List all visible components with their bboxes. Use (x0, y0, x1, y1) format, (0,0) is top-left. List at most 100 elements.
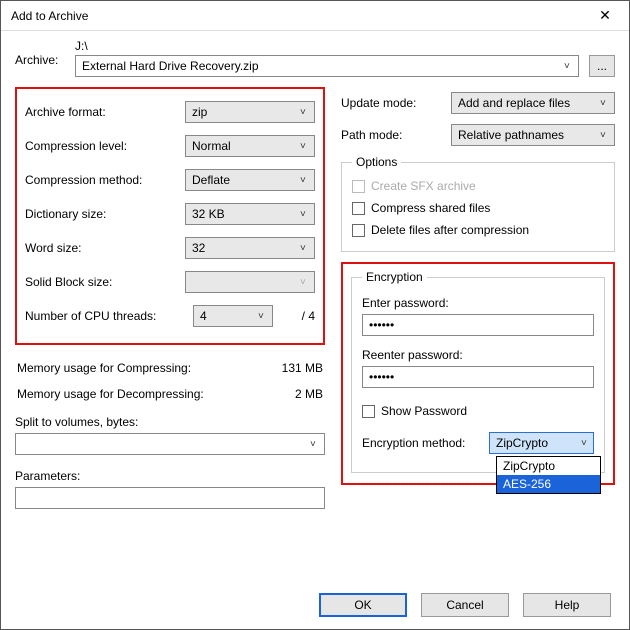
label-mem-compress: Memory usage for Compressing: (17, 361, 191, 375)
chevron-down-icon: ˅ (300, 107, 310, 118)
column-left: Archive format: zip ˅ Compression level:… (15, 87, 325, 509)
select-compression-method[interactable]: Deflate ˅ (185, 169, 315, 191)
highlight-box-compression: Archive format: zip ˅ Compression level:… (15, 87, 325, 345)
row-compression-level: Compression level: Normal ˅ (25, 129, 315, 163)
legend-options: Options (352, 155, 401, 169)
help-button[interactable]: Help (523, 593, 611, 617)
close-button[interactable]: ✕ (585, 2, 625, 30)
value-word-size: 32 (192, 241, 205, 255)
label-delete: Delete files after compression (371, 223, 529, 237)
chevron-down-icon: ˅ (310, 439, 320, 450)
row-update-mode: Update mode: Add and replace files ˅ (341, 87, 615, 119)
row-dictionary-size: Dictionary size: 32 KB ˅ (25, 197, 315, 231)
row-solid-block-size: Solid Block size: ˅ (25, 265, 315, 299)
select-split-volumes[interactable]: ˅ (15, 433, 325, 455)
row-opt-delete[interactable]: Delete files after compression (352, 219, 604, 241)
value-path-mode: Relative pathnames (458, 128, 564, 142)
titlebar: Add to Archive ✕ (1, 1, 629, 31)
cancel-button[interactable]: Cancel (421, 593, 509, 617)
archive-path-box: J:\ External Hard Drive Recovery.zip ˅ (75, 39, 579, 77)
row-archive-format: Archive format: zip ˅ (25, 95, 315, 129)
value-mem-compress: 131 MB (282, 361, 323, 375)
archive-filename-select[interactable]: External Hard Drive Recovery.zip ˅ (75, 55, 579, 77)
label-archive-format: Archive format: (25, 105, 185, 119)
row-mem-decompress: Memory usage for Decompressing: 2 MB (15, 381, 325, 407)
archive-row: Archive: J:\ External Hard Drive Recover… (15, 39, 615, 77)
chevron-down-icon: ˅ (300, 243, 310, 254)
cpu-total: / 4 (273, 309, 315, 323)
dropdown-encryption-method[interactable]: ZipCrypto AES-256 (496, 456, 601, 494)
chevron-down-icon: ˅ (300, 277, 310, 288)
row-cpu-threads: Number of CPU threads: 4 ˅ / 4 (25, 299, 315, 333)
checkbox-delete[interactable] (352, 224, 365, 237)
value-compression-level: Normal (192, 139, 231, 153)
footer: OK Cancel Help (1, 581, 629, 629)
label-encryption-method: Encryption method: (362, 436, 481, 450)
cancel-label: Cancel (446, 598, 483, 612)
chevron-down-icon: ˅ (564, 61, 574, 72)
chevron-down-icon: ˅ (600, 130, 610, 141)
label-dictionary-size: Dictionary size: (25, 207, 185, 221)
select-update-mode[interactable]: Add and replace files ˅ (451, 92, 615, 114)
label-reenter-password: Reenter password: (362, 348, 594, 362)
legend-encryption: Encryption (362, 270, 427, 284)
option-zipcrypto[interactable]: ZipCrypto (497, 457, 600, 475)
value-compression-method: Deflate (192, 173, 230, 187)
label-show-password: Show Password (381, 404, 467, 418)
row-mem-compress: Memory usage for Compressing: 131 MB (15, 355, 325, 381)
label-update-mode: Update mode: (341, 96, 451, 110)
select-archive-format[interactable]: zip ˅ (185, 101, 315, 123)
row-path-mode: Path mode: Relative pathnames ˅ (341, 119, 615, 151)
label-word-size: Word size: (25, 241, 185, 255)
select-compression-level[interactable]: Normal ˅ (185, 135, 315, 157)
checkbox-shared[interactable] (352, 202, 365, 215)
ok-label: OK (354, 598, 371, 612)
chevron-down-icon: ˅ (300, 209, 310, 220)
option-aes256[interactable]: AES-256 (497, 475, 600, 493)
column-right: Update mode: Add and replace files ˅ Pat… (341, 87, 615, 509)
ellipsis-icon: ... (597, 59, 607, 73)
ok-button[interactable]: OK (319, 593, 407, 617)
close-icon: ✕ (599, 7, 611, 24)
label-compression-level: Compression level: (25, 139, 185, 153)
value-encryption-method: ZipCrypto (496, 436, 548, 450)
chevron-down-icon: ˅ (581, 438, 591, 449)
dialog-body: Archive: J:\ External Hard Drive Recover… (1, 31, 629, 581)
row-compression-method: Compression method: Deflate ˅ (25, 163, 315, 197)
label-shared: Compress shared files (371, 201, 490, 215)
chevron-down-icon: ˅ (300, 175, 310, 186)
archive-label: Archive: (15, 39, 65, 67)
checkbox-show-password[interactable] (362, 405, 375, 418)
fieldset-encryption: Encryption Enter password: Reenter passw… (351, 270, 605, 473)
label-mem-decompress: Memory usage for Decompressing: (17, 387, 204, 401)
highlight-box-encryption: Encryption Enter password: Reenter passw… (341, 262, 615, 485)
dialog-window: Add to Archive ✕ Archive: J:\ External H… (0, 0, 630, 630)
value-mem-decompress: 2 MB (295, 387, 323, 401)
label-enter-password: Enter password: (362, 296, 594, 310)
archive-drive: J:\ (75, 39, 579, 53)
chevron-down-icon: ˅ (600, 98, 610, 109)
row-show-password[interactable]: Show Password (362, 400, 594, 422)
row-opt-shared[interactable]: Compress shared files (352, 197, 604, 219)
input-enter-password[interactable] (362, 314, 594, 336)
select-solid-block-size: ˅ (185, 271, 315, 293)
checkbox-sfx (352, 180, 365, 193)
select-encryption-method[interactable]: ZipCrypto ˅ (489, 432, 594, 454)
input-reenter-password[interactable] (362, 366, 594, 388)
value-update-mode: Add and replace files (458, 96, 570, 110)
fieldset-options: Options Create SFX archive Compress shar… (341, 155, 615, 252)
row-word-size: Word size: 32 ˅ (25, 231, 315, 265)
window-title: Add to Archive (11, 9, 88, 23)
select-cpu-threads[interactable]: 4 ˅ (193, 305, 273, 327)
label-path-mode: Path mode: (341, 128, 451, 142)
select-path-mode[interactable]: Relative pathnames ˅ (451, 124, 615, 146)
label-sfx: Create SFX archive (371, 179, 476, 193)
browse-button[interactable]: ... (589, 55, 615, 77)
select-dictionary-size[interactable]: 32 KB ˅ (185, 203, 315, 225)
row-opt-sfx: Create SFX archive (352, 175, 604, 197)
row-encryption-method: Encryption method: ZipCrypto ˅ (362, 432, 594, 454)
select-word-size[interactable]: 32 ˅ (185, 237, 315, 259)
input-parameters[interactable] (15, 487, 325, 509)
label-split-volumes: Split to volumes, bytes: (15, 415, 325, 429)
columns: Archive format: zip ˅ Compression level:… (15, 87, 615, 509)
